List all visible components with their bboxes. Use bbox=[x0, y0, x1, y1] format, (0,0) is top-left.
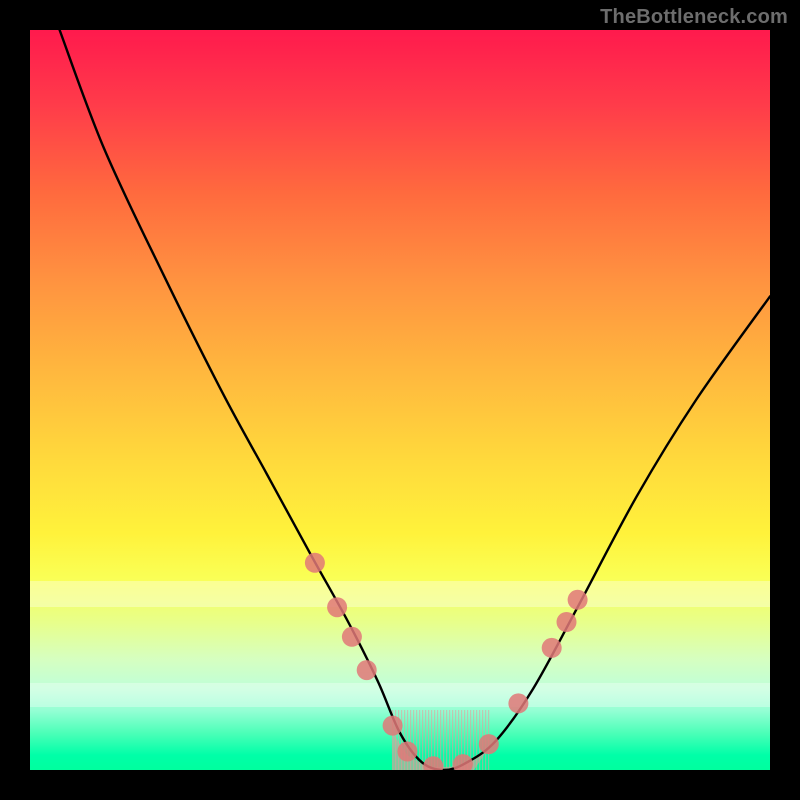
main-curve bbox=[60, 30, 770, 770]
chart-svg bbox=[30, 30, 770, 770]
watermark-text: TheBottleneck.com bbox=[600, 6, 788, 29]
